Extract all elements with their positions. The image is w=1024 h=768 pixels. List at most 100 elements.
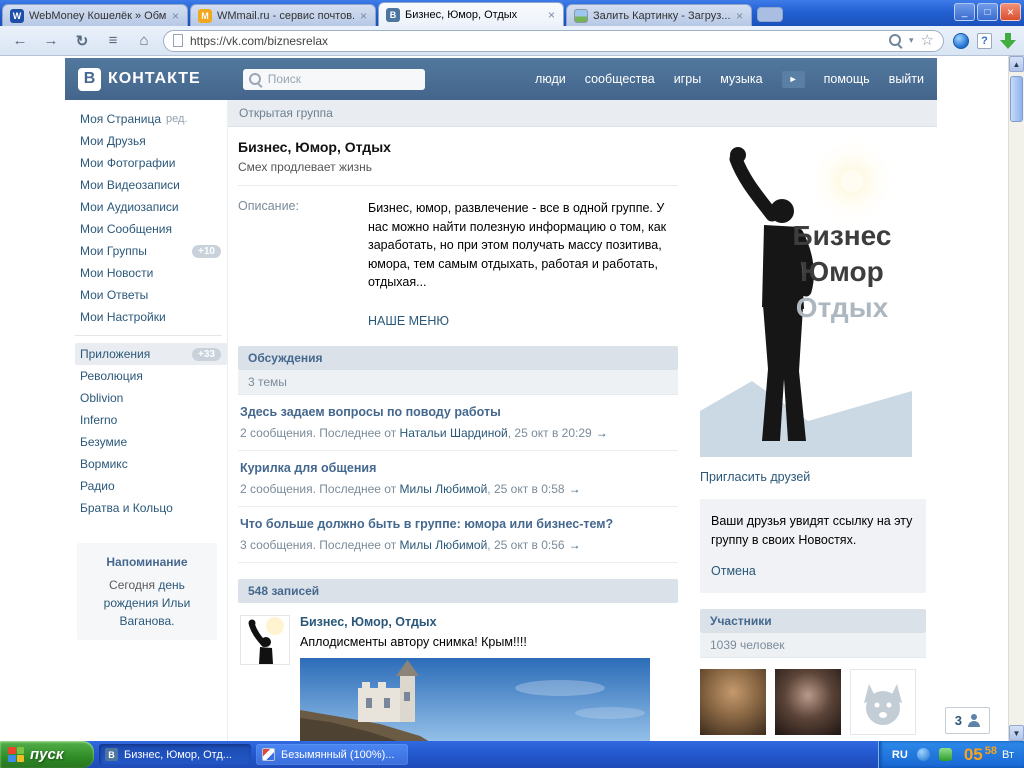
search-input[interactable] xyxy=(268,72,423,86)
topic-author-link[interactable]: Милы Любимой xyxy=(400,482,488,496)
url-text: https://vk.com/biznesrelax xyxy=(190,34,882,48)
member-avatar[interactable] xyxy=(775,669,841,735)
discussions-count: 3 темы xyxy=(238,370,678,395)
window-maximize-icon[interactable]: □ xyxy=(977,3,998,21)
forward-icon[interactable]: → xyxy=(39,29,63,53)
sidebar-item-groups[interactable]: Мои Группы +10 xyxy=(75,240,227,262)
sidebar-item-my-page[interactable]: Моя Страница ред. xyxy=(75,108,227,130)
download-icon[interactable] xyxy=(1000,33,1016,49)
taskbar-task-paint[interactable]: Безымянный (100%)... xyxy=(256,744,408,765)
bookmark-star-icon[interactable]: ☆ xyxy=(921,34,934,48)
nav-logout[interactable]: выйти xyxy=(889,72,924,86)
group-head: Бизнес, Юмор, Отдых Смех продлевает жизн… xyxy=(238,139,678,186)
tab-wmmail[interactable]: M WMmail.ru - сервис почтов... × xyxy=(190,4,376,26)
group-menu-link[interactable]: НАШЕ МЕНЮ xyxy=(368,314,449,328)
zoom-icon[interactable] xyxy=(889,34,902,47)
scroll-up-icon[interactable]: ▲ xyxy=(1009,56,1024,72)
post-body: Бизнес, Юмор, Отдых Аплодисменты автору … xyxy=(300,615,650,742)
post-author-link[interactable]: Бизнес, Юмор, Отдых xyxy=(300,615,650,629)
wall-header[interactable]: 548 записей xyxy=(238,579,678,603)
tab-image-upload[interactable]: Залить Картинку - Загруз... × xyxy=(566,4,752,26)
sidebar-item-app-wormix[interactable]: Вормикс xyxy=(75,453,227,475)
nav-music[interactable]: музыка xyxy=(720,72,762,86)
nav-games[interactable]: игры xyxy=(674,72,701,86)
post-photo[interactable] xyxy=(300,658,650,742)
sidebar-item-replies[interactable]: Мои Ответы xyxy=(75,284,227,306)
member-avatar[interactable] xyxy=(700,669,766,735)
sidebar-item-app-radio[interactable]: Радио xyxy=(75,475,227,497)
sidebar-item-app-bratva[interactable]: Братва и Кольцо xyxy=(75,497,227,519)
edit-link[interactable]: ред. xyxy=(166,113,187,125)
menu-row: НАШЕ МЕНЮ xyxy=(238,296,678,346)
back-icon[interactable]: ← xyxy=(8,29,32,53)
tab-close-icon[interactable]: × xyxy=(359,11,368,21)
tab-close-icon[interactable]: × xyxy=(171,11,180,21)
post-group-avatar[interactable] xyxy=(240,615,290,665)
discussions-header[interactable]: Обсуждения xyxy=(238,346,678,370)
sidebar-item-settings[interactable]: Мои Настройки xyxy=(75,306,227,328)
new-tab-button[interactable] xyxy=(757,7,783,22)
zoom-caret-icon[interactable]: ▾ xyxy=(909,35,914,46)
sidebar-item-audio[interactable]: Мои Аудиозаписи xyxy=(75,196,227,218)
members-header[interactable]: Участники xyxy=(700,609,926,633)
language-indicator[interactable]: RU xyxy=(892,749,908,761)
cancel-link[interactable]: Отмена xyxy=(711,562,756,581)
webmoney-favicon-icon: W xyxy=(10,9,24,23)
start-button[interactable]: пуск xyxy=(0,741,94,768)
online-members-widget[interactable]: 3 xyxy=(945,707,990,734)
reload-icon[interactable]: ↻ xyxy=(70,29,94,53)
help-extension-icon[interactable]: ? xyxy=(977,33,992,49)
address-bar[interactable]: https://vk.com/biznesrelax ▾ ☆ xyxy=(163,30,944,52)
sidebar-item-app-bezumie[interactable]: Безумие xyxy=(75,431,227,453)
nav-help[interactable]: помощь xyxy=(824,72,870,86)
topic-arrow-icon[interactable]: → xyxy=(596,426,608,440)
paint-task-icon xyxy=(262,748,275,761)
vk-logo[interactable]: В КОНТАКТЕ xyxy=(78,68,201,91)
scroll-down-icon[interactable]: ▼ xyxy=(1009,725,1024,741)
sidebar-item-videos[interactable]: Мои Видеозаписи xyxy=(75,174,227,196)
header-nav: люди сообщества игры музыка ► помощь вый… xyxy=(535,71,924,88)
nav-more-icon[interactable]: ► xyxy=(782,71,805,88)
sidebar-item-app-oblivion[interactable]: Oblivion xyxy=(75,387,227,409)
topic-arrow-icon[interactable]: → xyxy=(569,538,581,552)
sidebar-item-news[interactable]: Мои Новости xyxy=(75,262,227,284)
tray-app-green-icon[interactable] xyxy=(939,748,952,761)
topic-title[interactable]: Что больше должно быть в группе: юмора и… xyxy=(240,517,676,531)
tab-webmoney[interactable]: W WebMoney Кошелёк » Обм... × xyxy=(2,4,188,26)
nav-communities[interactable]: сообщества xyxy=(585,72,655,86)
sidebar-item-app-revolution[interactable]: Революция xyxy=(75,365,227,387)
topic-title[interactable]: Здесь задаем вопросы по поводу работы xyxy=(240,405,676,419)
invite-friends-link[interactable]: Пригласить друзей xyxy=(700,470,926,484)
topic-title[interactable]: Курилка для общения xyxy=(240,461,676,475)
sidebar-item-app-inferno[interactable]: Inferno xyxy=(75,409,227,431)
tray-app-blue-icon[interactable] xyxy=(917,748,930,761)
vk-sidebar: Моя Страница ред. Мои Друзья Мои Фотогра… xyxy=(65,100,227,640)
sidebar-item-friends[interactable]: Мои Друзья xyxy=(75,130,227,152)
vertical-scrollbar[interactable]: ▲ ▼ xyxy=(1008,56,1024,741)
header-search-box[interactable] xyxy=(243,69,425,90)
browser-viewport: В КОНТАКТЕ люди сообщества игры музыка ►… xyxy=(0,56,1024,741)
group-poster-image[interactable]: Бизнес Юмор Отдых xyxy=(700,139,912,457)
sidebar-item-photos[interactable]: Мои Фотографии xyxy=(75,152,227,174)
topic-author-link[interactable]: Натальи Шардиной xyxy=(400,426,508,440)
sidebar-item-apps[interactable]: Приложения +33 xyxy=(75,343,227,365)
nav-people[interactable]: люди xyxy=(535,72,566,86)
description-text: Бизнес, юмор, развлечение - все в одной … xyxy=(368,199,678,292)
window-minimize-icon[interactable]: _ xyxy=(954,3,975,21)
tab-close-icon[interactable]: × xyxy=(735,11,744,21)
advisor-extension-icon[interactable] xyxy=(953,33,969,49)
taskbar-task-vk[interactable]: В Бизнес, Юмор, Отд... xyxy=(99,744,251,765)
topic-row: Что больше должно быть в группе: юмора и… xyxy=(238,507,678,563)
right-column: Бизнес Юмор Отдых Пригласить друзей Ваши… xyxy=(688,127,936,735)
scrollbar-thumb[interactable] xyxy=(1010,76,1023,122)
topic-arrow-icon[interactable]: → xyxy=(569,482,581,496)
group-title: Бизнес, Юмор, Отдых xyxy=(238,139,678,155)
topic-author-link[interactable]: Милы Любимой xyxy=(400,538,488,552)
member-avatar-placeholder[interactable] xyxy=(850,669,916,735)
window-close-icon[interactable]: × xyxy=(1000,3,1021,21)
sidebar-item-messages[interactable]: Мои Сообщения xyxy=(75,218,227,240)
tab-close-icon[interactable]: × xyxy=(547,10,556,20)
tab-vk-active[interactable]: В Бизнес, Юмор, Отдых × xyxy=(378,2,564,26)
home-icon[interactable]: ⌂ xyxy=(132,29,156,53)
menu-icon[interactable]: ≡ xyxy=(101,29,125,53)
